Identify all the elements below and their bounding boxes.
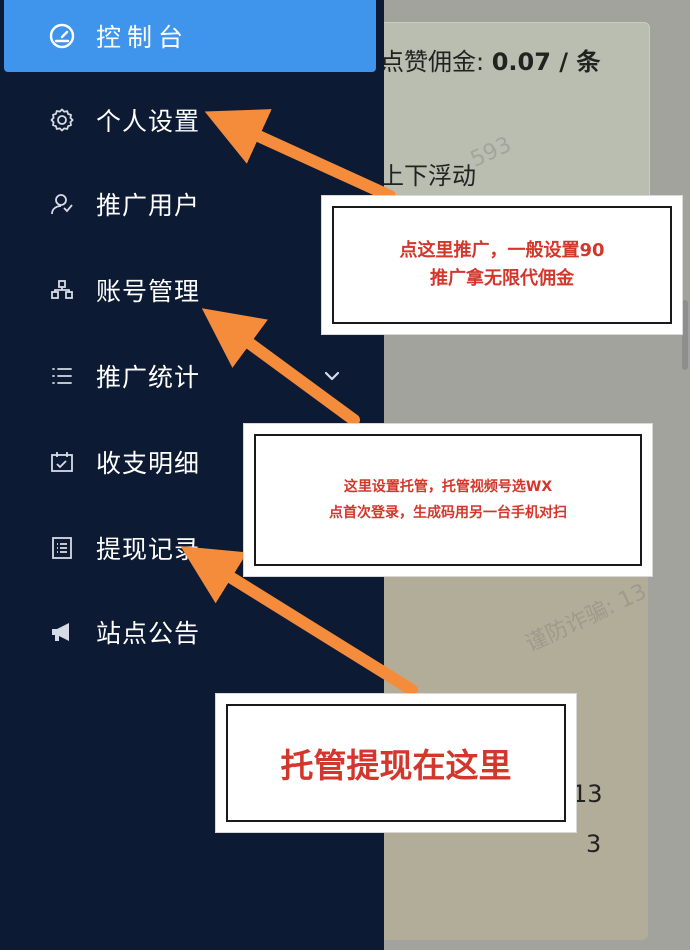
- document-icon: [48, 534, 76, 562]
- note-line: 点这里推广，一般设置90: [399, 240, 605, 261]
- sidebar-item-dashboard[interactable]: 控制台: [0, 6, 384, 66]
- note-line: 推广拿无限代佣金: [430, 268, 574, 289]
- note-text: 托管提现在这里: [280, 746, 512, 785]
- note-line: 点首次登录，生成码用另一台手机对扫: [329, 505, 567, 521]
- stat-number-1: 13: [572, 780, 603, 808]
- commission-text: 点赞佣金: 0.07 / 条: [380, 42, 600, 77]
- sidebar-item-label: 提现记录: [96, 535, 201, 564]
- sidebar-item-label: 收支明细: [96, 449, 201, 478]
- dashboard-icon: [48, 22, 76, 50]
- list-icon: [48, 362, 76, 390]
- calendar-icon: [48, 448, 76, 476]
- sidebar-item-site-announcement[interactable]: 站点公告: [0, 602, 384, 662]
- gear-icon: [48, 106, 76, 134]
- sidebar-item-label: 推广用户: [96, 191, 201, 220]
- users-icon: [48, 190, 76, 218]
- float-text: 上下浮动: [380, 162, 476, 190]
- commission-label: 点赞佣金:: [380, 48, 485, 76]
- sidebar-item-label: 推广统计: [96, 363, 201, 392]
- commission-value: 0.07 / 条: [491, 48, 601, 76]
- note-line: 这里设置托管，托管视频号选WX: [343, 479, 553, 495]
- megaphone-icon: [48, 618, 76, 646]
- chevron-down-icon[interactable]: [322, 366, 342, 386]
- sidebar-item-label: 站点公告: [96, 619, 201, 648]
- sidebar-item-label: 个人设置: [96, 107, 201, 136]
- annotation-note-hosting: 这里设置托管，托管视频号选WX 点首次登录，生成码用另一台手机对扫: [244, 424, 652, 576]
- annotation-note-withdrawal: 托管提现在这里: [216, 694, 576, 832]
- sidebar-item-promotion-stats[interactable]: 推广统计: [0, 346, 384, 406]
- scrollbar[interactable]: [682, 300, 688, 370]
- stat-number-2: 3: [586, 830, 602, 858]
- annotation-note-promotion: 点这里推广，一般设置90 推广拿无限代佣金: [322, 196, 682, 334]
- sidebar-item-label: 账号管理: [96, 277, 201, 306]
- sidebar-item-label: 控制台: [96, 23, 190, 52]
- sidebar-item-personal-settings[interactable]: 个人设置: [0, 90, 384, 150]
- sitemap-icon: [48, 276, 76, 304]
